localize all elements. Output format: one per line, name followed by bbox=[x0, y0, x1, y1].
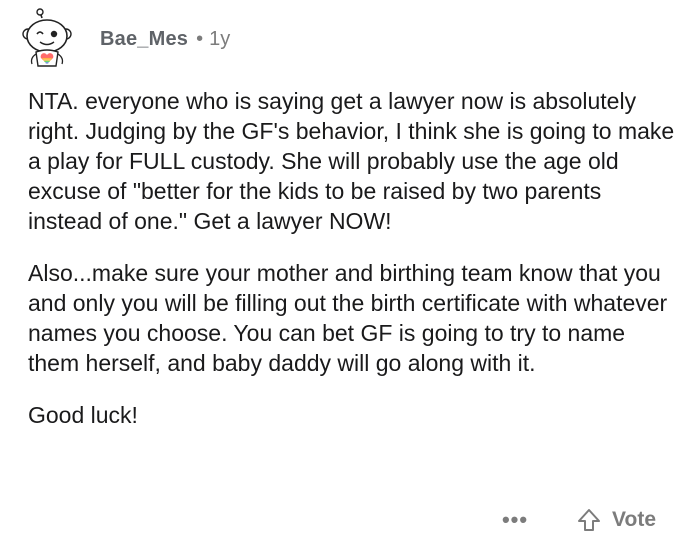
snoo-avatar-icon bbox=[22, 8, 72, 67]
comment-header: Bae_Mes • 1y bbox=[20, 8, 230, 70]
comment-paragraph-2: Also...make sure your mother and birthin… bbox=[28, 260, 668, 376]
comment-paragraph-3: Good luck! bbox=[28, 402, 138, 428]
avatar[interactable] bbox=[20, 8, 78, 70]
comment: Bae_Mes • 1y NTA. everyone who is saying… bbox=[0, 0, 700, 547]
more-options-icon[interactable]: ••• bbox=[502, 509, 528, 531]
vote-button[interactable]: Vote bbox=[576, 507, 656, 533]
comment-paragraph-1: NTA. everyone who is saying get a lawyer… bbox=[28, 88, 675, 234]
vote-label: Vote bbox=[612, 508, 656, 531]
upvote-arrow-icon bbox=[578, 509, 601, 531]
username[interactable]: Bae_Mes bbox=[100, 28, 188, 51]
comment-actions: ••• Vote bbox=[502, 507, 656, 533]
comment-body: NTA. everyone who is saying get a lawyer… bbox=[28, 86, 678, 452]
comment-age: 1y bbox=[209, 27, 231, 50]
meta-separator: • bbox=[196, 27, 204, 50]
